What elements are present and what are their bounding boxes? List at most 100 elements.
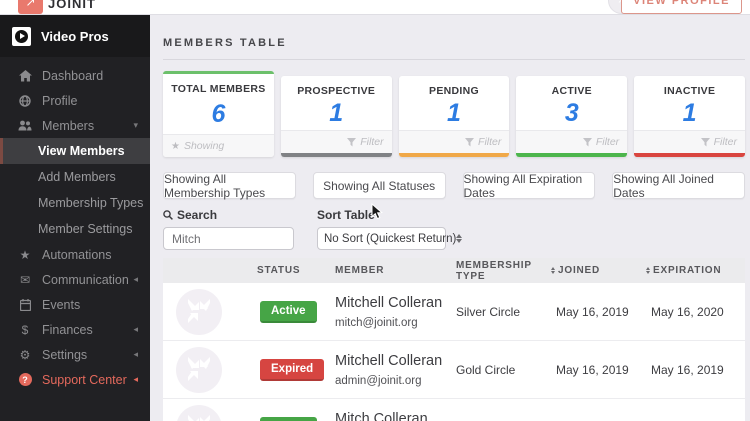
joinit-arrows-icon: [188, 356, 210, 381]
globe-icon: [17, 94, 33, 107]
filter-funnel-icon: [700, 137, 710, 146]
status-cell: Expired: [249, 358, 333, 381]
search-icon: [163, 210, 173, 220]
sidebar-item-dashboard[interactable]: Dashboard: [0, 63, 150, 88]
stat-label: TOTAL MEMBERS: [171, 83, 266, 95]
sidebar-subitem-label: Membership Types: [38, 196, 144, 210]
stat-accent-bar: [398, 153, 510, 157]
sidebar-item-profile[interactable]: Profile: [0, 88, 150, 113]
members-table: STATUS MEMBER MEMBERSHIP TYPE JOINED EXP…: [163, 258, 745, 421]
divider: [163, 59, 745, 60]
brand-logo[interactable]: ↗: [18, 0, 43, 14]
member-cell: Mitchell Colleran admin@joinit.org: [333, 353, 453, 387]
stat-footer: Filter: [398, 130, 510, 153]
star-icon: ★: [171, 140, 180, 152]
stat-card-inactive[interactable]: INACTIVE 1 Filter: [634, 76, 745, 157]
table-controls: Search Sort Table No Sort (Quickest Retu…: [163, 208, 745, 250]
filter-statuses-button[interactable]: Showing All Statuses: [312, 172, 446, 199]
membership-type-cell: Silver Circle: [456, 304, 521, 319]
sidebar-item-label: Dashboard: [42, 68, 104, 83]
table-row[interactable]: Active Mitchell Colleran mitch@joinit.or…: [163, 283, 745, 341]
stat-footer-label: Filter: [478, 136, 502, 148]
expiration-cell: May 16, 2019: [651, 362, 724, 377]
users-icon: [17, 120, 33, 131]
header-expiration[interactable]: EXPIRATION: [641, 265, 745, 276]
team-header: Video Pros: [0, 15, 150, 57]
sidebar-item-label: Finances: [42, 322, 93, 337]
table-header-row: STATUS MEMBER MEMBERSHIP TYPE JOINED EXP…: [163, 258, 745, 283]
status-badge: Active: [260, 300, 317, 323]
header-joined[interactable]: JOINED: [546, 265, 641, 276]
sidebar-item-finances[interactable]: $ Finances ◂: [0, 317, 150, 342]
stat-footer-label: Filter: [360, 136, 384, 148]
sidebar-item-automations[interactable]: ★ Automations: [0, 242, 150, 267]
member-avatar: [163, 346, 249, 393]
membership-type-cell: Gold Circle: [456, 362, 516, 377]
envelope-icon: ✉: [19, 272, 31, 287]
sort-select[interactable]: No Sort (Quickest Return): [317, 227, 463, 250]
stat-label: ACTIVE: [551, 85, 592, 97]
filter-funnel-icon: [347, 137, 357, 146]
sidebar-subitem-label: Add Members: [38, 170, 116, 184]
member-email: mitch@joinit.org: [335, 316, 418, 329]
filter-funnel-icon: [465, 137, 475, 146]
sidebar-item-label: Automations: [42, 247, 112, 262]
arrow-up-right-icon: ↗: [25, 0, 36, 9]
stat-value: 1: [447, 99, 461, 127]
mouse-cursor: [371, 203, 384, 220]
sort-icon: [646, 267, 650, 274]
stat-card-prospective[interactable]: PROSPECTIVE 1 Filter: [280, 76, 392, 157]
stat-footer-label: Showing: [183, 140, 225, 152]
stat-label: PENDING: [429, 85, 479, 97]
sidebar-nav: Dashboard Profile Members ▾ View Members…: [0, 57, 150, 392]
stat-label: PROSPECTIVE: [297, 85, 376, 97]
search-input[interactable]: [163, 227, 294, 250]
sidebar-item-members[interactable]: Members ▾: [0, 113, 150, 138]
sidebar-item-events[interactable]: Events: [0, 292, 150, 317]
stat-card-pending[interactable]: PENDING 1 Filter: [398, 76, 510, 157]
stat-label: INACTIVE: [663, 85, 716, 97]
sidebar-item-label: Profile: [42, 93, 78, 108]
stat-card-total-members[interactable]: TOTAL MEMBERS 6 ★ Showing: [163, 71, 274, 157]
member-email: admin@joinit.org: [335, 374, 422, 387]
sidebar-subitem-membership-types[interactable]: Membership Types: [0, 190, 150, 216]
status-badge: Active: [260, 416, 317, 421]
stat-value: 1: [329, 99, 344, 127]
view-profile-button[interactable]: VIEW PROFILE: [621, 0, 742, 14]
filter-expiration-dates-button[interactable]: Showing All Expiration Dates: [462, 172, 596, 200]
sidebar-item-settings[interactable]: ⚙ Settings ◂: [0, 342, 150, 367]
stat-cards: TOTAL MEMBERS 6 ★ Showing PROSPECTIVE 1 …: [163, 71, 745, 159]
search-label: Search: [163, 208, 294, 222]
star-icon: ★: [19, 247, 31, 262]
filter-joined-dates-button[interactable]: Showing All Joined Dates: [612, 172, 745, 200]
filter-buttons: Showing All Membership Types Showing All…: [163, 172, 745, 200]
member-name: Mitchell Colleran: [335, 352, 443, 369]
page-title: MEMBERS TABLE: [163, 37, 287, 49]
stat-footer: ★ Showing: [163, 134, 274, 157]
sidebar-item-label: Communication: [42, 272, 129, 287]
filter-membership-types-button[interactable]: Showing All Membership Types: [163, 172, 296, 200]
table-row[interactable]: Active Mitch Colleran support@joinit.org…: [163, 399, 745, 421]
sidebar-item-label: Members: [42, 118, 95, 133]
sidebar-item-label: Settings: [42, 347, 88, 362]
stat-accent-bar: [280, 153, 392, 157]
stat-footer: Filter: [516, 130, 628, 153]
table-row[interactable]: Expired Mitchell Colleran admin@joinit.o…: [163, 341, 745, 399]
joinit-arrows-icon: [188, 414, 210, 421]
stat-footer-label: Filter: [595, 136, 620, 148]
sidebar-item-support-center[interactable]: ? Support Center ◂: [0, 367, 150, 392]
topbar: ↗ JOINIT ↗ ▾ VIEW PROFILE: [0, 0, 750, 15]
stat-value: 3: [564, 99, 579, 127]
stat-card-active[interactable]: ACTIVE 3 Filter: [516, 76, 628, 157]
stat-footer: Filter: [634, 130, 745, 153]
status-cell: Active: [249, 416, 333, 421]
header-status: STATUS: [257, 265, 301, 276]
sidebar-subitem-view-members[interactable]: View Members: [0, 138, 150, 164]
stat-accent-bar: [516, 153, 628, 157]
expiration-cell: May 16, 2020: [651, 304, 724, 319]
filter-funnel-icon: [582, 137, 592, 146]
sidebar-item-communication[interactable]: ✉ Communication ◂: [0, 267, 150, 292]
stat-footer-label: Filter: [713, 136, 737, 148]
sidebar-subitem-add-members[interactable]: Add Members: [0, 164, 150, 190]
sidebar-subitem-member-settings[interactable]: Member Settings: [0, 216, 150, 242]
